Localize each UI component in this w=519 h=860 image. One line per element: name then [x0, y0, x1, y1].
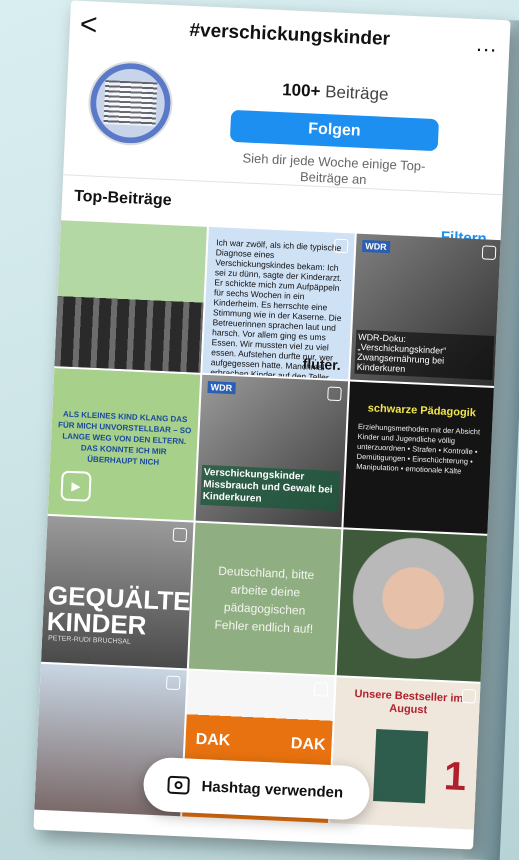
use-hashtag-button[interactable]: Hashtag verwenden	[142, 756, 371, 821]
post-brand: fluter.	[302, 355, 342, 374]
dak-logo: DAK	[195, 730, 231, 750]
more-options-icon[interactable]: ...	[476, 31, 498, 58]
post-tile-8[interactable]: Deutschland, bitte arbeite deine pädagog…	[188, 522, 342, 676]
post-heading: Unsere Bestseller im August	[354, 688, 464, 717]
post-tile-4[interactable]: ALS KLEINES KIND KLANG DAS FÜR MICH UNVO…	[47, 368, 201, 521]
wdr-logo: WDR	[361, 239, 390, 254]
wdr-logo: WDR	[207, 381, 236, 395]
post-tile-3[interactable]: WDR WDR-Doku: „Verschickungskinder“ Zwan…	[350, 233, 503, 387]
post-text: Erziehungsmethoden mit der Absicht Kinde…	[356, 421, 481, 476]
post-heading: GEQUÄLTE KINDER	[46, 580, 192, 641]
post-photo	[54, 296, 204, 373]
post-tile-1[interactable]	[54, 220, 207, 373]
reel-icon	[481, 245, 497, 260]
post-tile-6[interactable]: schwarze Pädagogik Erziehungsmethoden mi…	[343, 381, 496, 534]
posts-count: 100+	[281, 80, 321, 101]
post-tile-7[interactable]: GEQUÄLTE KINDER PETER-RUDI BRUCHSAL	[41, 515, 194, 669]
hashtag-avatar[interactable]	[86, 59, 175, 148]
phone-screen: < #verschickungskinder ... 100+ Beiträge…	[33, 0, 511, 850]
use-hashtag-label: Hashtag verwenden	[201, 777, 344, 802]
post-text: Deutschland, bitte arbeite deine pädagog…	[214, 563, 315, 637]
multi-image-icon	[327, 386, 342, 402]
reel-icon	[172, 527, 188, 543]
posts-count-row: 100+ Beiträge	[282, 80, 389, 105]
dak-logo: DAK	[290, 735, 326, 754]
post-caption: Verschickungskinder Missbrauch und Gewal…	[200, 464, 340, 512]
post-tile-2[interactable]: Ich war zwölf, als ich die typische Diag…	[202, 226, 355, 380]
top-posts-title: Top-Beiträge	[73, 187, 172, 210]
multi-image-icon	[313, 682, 329, 697]
book-cover	[373, 729, 429, 804]
multi-image-icon	[333, 238, 349, 254]
post-heading: schwarze Pädagogik	[367, 402, 477, 420]
hashtag-title: #verschickungskinder	[189, 19, 391, 50]
posts-grid: Ich war zwölf, als ich die typische Diag…	[34, 220, 503, 830]
follow-button[interactable]: Folgen	[229, 109, 440, 152]
hashtag-header: 100+ Beiträge Folgen Sieh dir jede Woche…	[63, 50, 508, 190]
post-text: ALS KLEINES KIND KLANG DAS FÜR MICH UNVO…	[57, 409, 192, 467]
post-tile-5[interactable]: WDR Verschickungskinder Missbrauch und G…	[195, 374, 349, 528]
post-number: 1	[442, 754, 468, 800]
multi-image-icon	[461, 688, 477, 704]
post-tile-9[interactable]	[336, 529, 490, 682]
avatar-text-preview	[103, 80, 158, 127]
camera-icon	[167, 775, 190, 795]
posts-label: Beiträge	[324, 82, 389, 104]
post-caption: WDR-Doku: „Verschickungskinder“ Zwangser…	[354, 329, 495, 380]
multi-image-icon	[165, 675, 181, 691]
reel-icon: ▶	[60, 470, 92, 502]
